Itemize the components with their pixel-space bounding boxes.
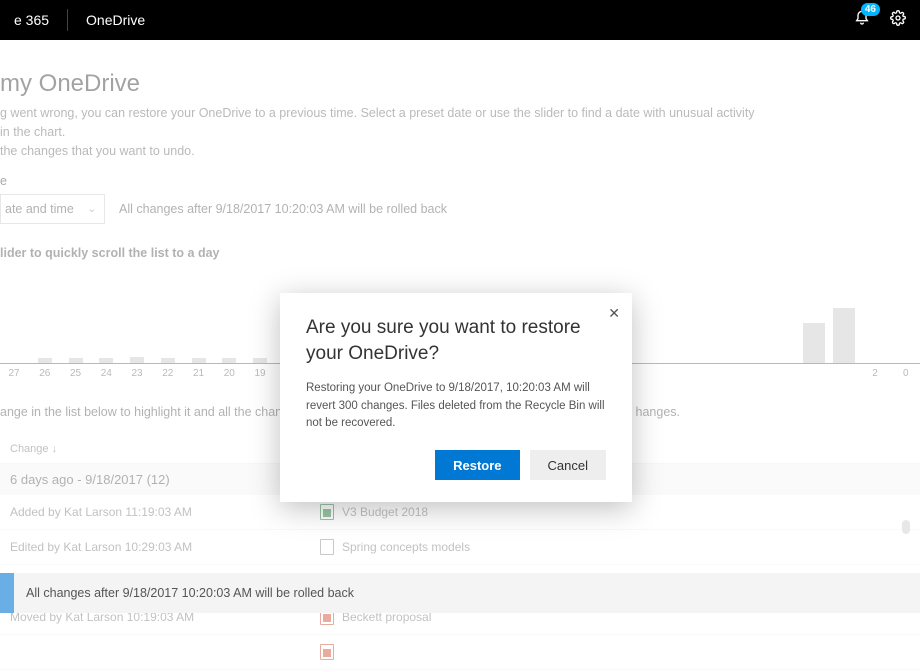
change-text: Edited by Kat Larson 10:29:03 AM [10,540,320,554]
xl-file-icon [320,504,334,520]
rollback-text: All changes after 9/18/2017 10:20:03 AM … [119,202,447,216]
doc-file-icon [320,539,334,555]
tick-label: 25 [64,368,88,379]
chart-bar[interactable] [833,308,855,363]
table-row[interactable] [0,635,920,670]
change-text: Added by Kat Larson 11:19:03 AM [10,505,320,519]
cancel-button[interactable]: Cancel [530,450,606,480]
tick-label: 27 [2,368,26,379]
table-row[interactable]: Edited by Kat Larson 10:29:03 AM Spring c… [0,530,920,565]
list-intro: ange in the list below to highlight it a… [0,405,302,419]
tick-label [802,368,826,379]
page-title: my OneDrive [0,70,920,98]
settings-button[interactable] [890,10,906,31]
chart-bar[interactable] [38,358,52,363]
tick-label [740,368,764,379]
chart-bar[interactable] [253,358,267,363]
notifications-button[interactable]: 46 [854,10,870,31]
scrollbar-thumb[interactable] [902,520,910,534]
slider-label: lider to quickly scroll the list to a da… [0,246,920,260]
tick-label [771,368,795,379]
dialog-body: Restoring your OneDrive to 9/18/2017, 10… [306,380,606,432]
dialog-title: Are you sure you want to restore your On… [306,315,586,366]
close-button[interactable]: ✕ [608,305,620,322]
header-separator [67,9,68,31]
tick-label: 20 [217,368,241,379]
chart-bar[interactable] [803,323,825,363]
tick-label: 2 [863,368,887,379]
tick-label: 0 [894,368,918,379]
chart-bar[interactable] [161,358,175,363]
file-name: Spring concepts models [342,540,470,554]
tick-label: 26 [33,368,57,379]
tick-label [648,368,672,379]
tick-label: 22 [156,368,180,379]
footer-bar: All changes after 9/18/2017 10:20:03 AM … [0,573,920,613]
tick-label: 24 [94,368,118,379]
restore-button[interactable]: Restore [435,450,519,480]
tick-label [679,368,703,379]
chart-bar[interactable] [99,358,113,363]
gear-icon [890,10,906,26]
tick-label: 23 [125,368,149,379]
select-value: ate and time [5,202,74,216]
top-bar: e 365 OneDrive 46 [0,0,920,40]
file-name: V3 Budget 2018 [342,505,428,519]
notif-badge: 46 [861,3,880,16]
chart-bar[interactable] [192,358,206,363]
tick-label: 21 [187,368,211,379]
date-select[interactable]: ate and time ⌄ [0,194,105,224]
page-desc-1: g went wrong, you can restore your OneDr… [0,104,760,142]
confirm-dialog: ✕ Are you sure you want to restore your … [280,293,632,502]
chart-bar[interactable] [222,358,236,363]
page-desc-2: the changes that you want to undo. [0,142,760,161]
pp-file-icon [320,644,334,660]
chart-bar[interactable] [130,357,144,363]
select-label: e [0,174,920,188]
close-icon: ✕ [608,305,620,321]
footer-accent [0,573,14,613]
chevron-down-icon: ⌄ [88,204,96,215]
tick-label [709,368,733,379]
tick-label: 19 [248,368,272,379]
suite-label[interactable]: e 365 [14,12,49,28]
list-intro-tail: hanges. [636,405,680,419]
chart-bar[interactable] [69,358,83,363]
app-name[interactable]: OneDrive [86,12,145,28]
footer-text: All changes after 9/18/2017 10:20:03 AM … [26,586,354,600]
tick-label [832,368,856,379]
